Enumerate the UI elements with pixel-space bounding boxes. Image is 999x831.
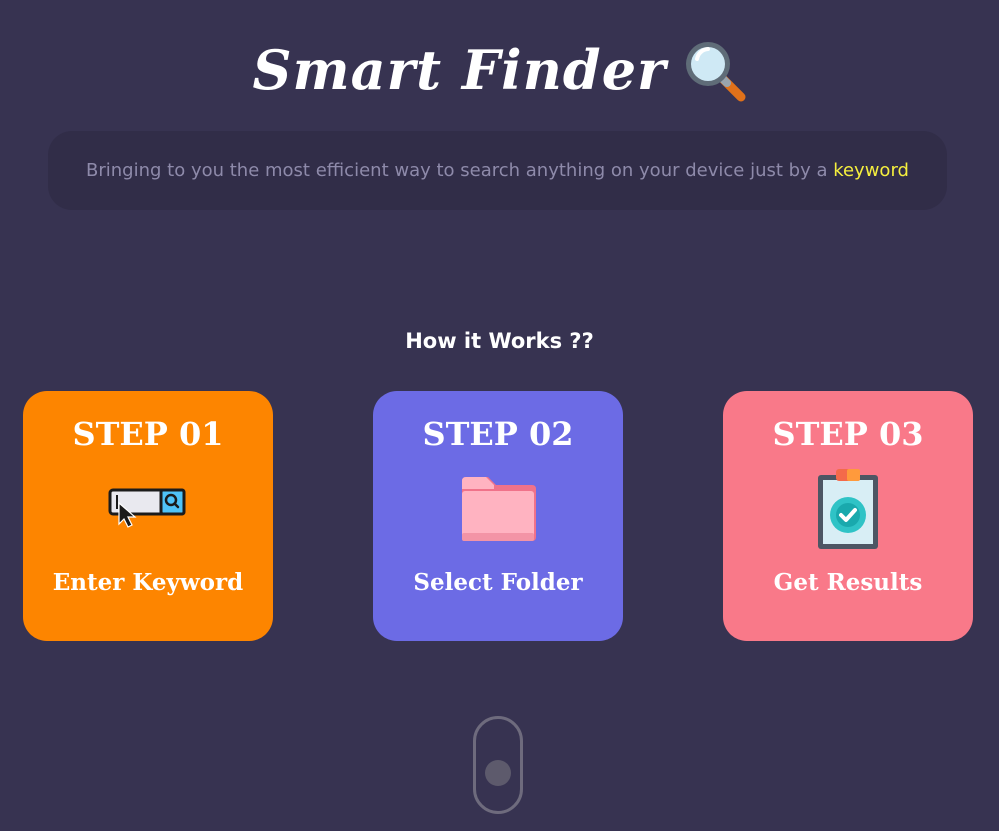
step-card-get-results: STEP 03 Get Results [723,391,973,641]
mouse-scroll-icon[interactable] [473,716,523,814]
step-card-enter-keyword: STEP 01 Enter Keyword [23,391,273,641]
magnifying-glass-icon [681,37,747,103]
step-number: STEP 01 [72,415,224,453]
step-label: Select Folder [413,569,583,596]
folder-icon [458,475,538,547]
step-label: Enter Keyword [52,569,244,596]
how-it-works-heading: How it Works ?? [405,329,594,353]
step-label: Get Results [773,569,923,596]
page-title: Smart Finder [252,38,667,102]
tagline-highlight: keyword [833,160,909,181]
landing-page: Smart Finder Bringing to you the most ef… [0,0,999,831]
tagline: Bringing to you the most efficient way t… [86,160,909,181]
scroll-wheel-dot [485,760,511,786]
tagline-text: Bringing to you the most efficient way t… [86,160,834,181]
step-number: STEP 03 [772,415,924,453]
tagline-box: Bringing to you the most efficient way t… [48,131,947,210]
step-number: STEP 02 [422,415,574,453]
step-card-select-folder: STEP 02 Select Folder [373,391,623,641]
header: Smart Finder [0,30,999,110]
search-bar-cursor-icon [108,487,188,533]
clipboard-check-icon [816,469,880,555]
